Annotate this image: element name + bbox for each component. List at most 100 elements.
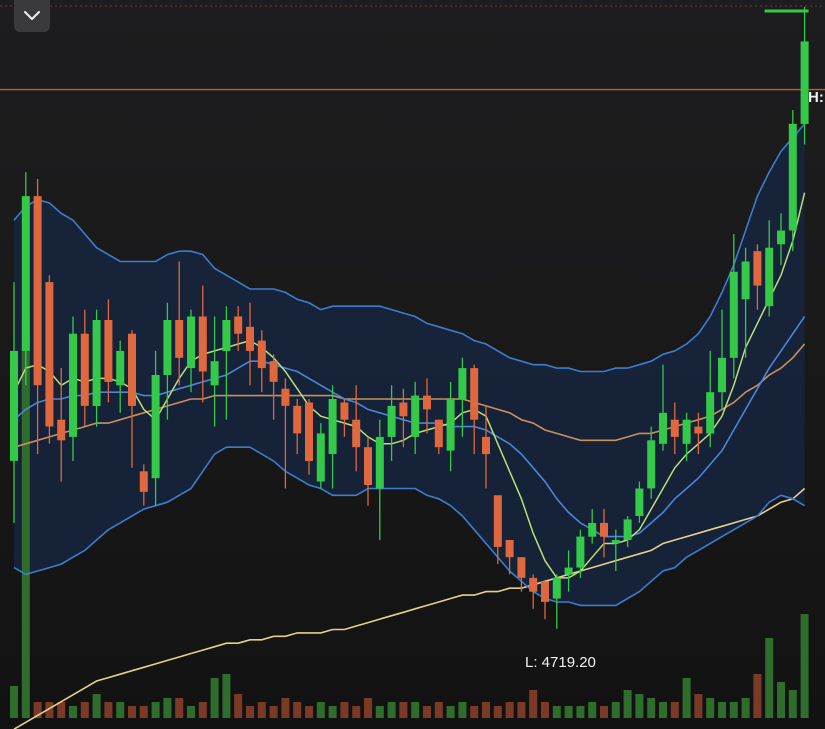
volume-bar <box>281 698 290 718</box>
volume-bar <box>576 706 585 718</box>
candle-body <box>10 350 18 461</box>
candle-body <box>588 522 597 537</box>
volume-bar <box>588 702 597 718</box>
volume-bar <box>647 698 656 718</box>
candle-body <box>139 471 148 492</box>
volume-bar <box>269 706 278 718</box>
volume-bar <box>623 690 632 718</box>
candle-body <box>753 251 762 286</box>
candle-body <box>69 333 77 437</box>
candle-body <box>364 447 372 485</box>
chevron-down-icon <box>23 10 41 21</box>
candle-body <box>57 419 66 441</box>
volume-bar <box>92 694 101 718</box>
volume-bar <box>293 702 302 718</box>
candle-body <box>777 230 785 245</box>
volume-bar <box>718 702 726 718</box>
volume-bar <box>788 690 797 718</box>
candle-body <box>647 440 656 489</box>
candle-body <box>706 392 715 434</box>
candle-body <box>45 282 54 427</box>
candle-body <box>257 340 266 369</box>
volume-bar <box>163 698 172 718</box>
volume-bar <box>198 702 207 718</box>
volume-bar <box>505 702 514 718</box>
candlestick-chart[interactable] <box>0 0 825 729</box>
volume-bar <box>777 682 785 718</box>
candle-body <box>80 333 89 406</box>
candle-body <box>175 320 184 358</box>
volume-bar <box>69 706 77 718</box>
candle-body <box>269 361 278 382</box>
volume-bar <box>340 702 349 718</box>
candle-body <box>552 577 561 599</box>
candle-body <box>470 368 479 420</box>
candle-body <box>788 123 797 231</box>
candle-body <box>458 368 467 400</box>
candle-body <box>104 320 113 382</box>
volume-bar <box>104 702 113 718</box>
candle-body <box>198 316 207 372</box>
volume-bar <box>706 698 715 718</box>
volume-bar <box>387 702 396 718</box>
volume-bar <box>600 706 608 718</box>
volume-bar <box>222 674 231 718</box>
volume-bar <box>434 702 443 718</box>
low-price-label: L: 4719.20 <box>525 654 596 671</box>
candle-body <box>21 196 30 351</box>
candle-body <box>210 361 219 386</box>
candle-body <box>611 540 620 544</box>
candle-body <box>564 567 573 575</box>
volume-bar <box>187 706 195 718</box>
volume-bar <box>246 706 254 718</box>
candle-body <box>434 419 443 448</box>
volume-bar <box>552 706 561 718</box>
candle-body <box>482 436 490 455</box>
volume-bar <box>116 702 125 718</box>
candle-body <box>33 196 42 386</box>
volume-bar <box>694 694 703 718</box>
candle-body <box>682 419 691 444</box>
volume-bar <box>364 698 372 718</box>
candle-body <box>623 519 632 540</box>
candle-body <box>305 402 313 461</box>
volume-bar <box>57 702 66 718</box>
candle-body <box>387 405 396 437</box>
candle-body <box>729 271 738 358</box>
candle-body <box>694 426 703 434</box>
candle-body <box>411 395 420 437</box>
candle-body <box>281 388 290 406</box>
volume-bar <box>375 706 384 718</box>
volume-bar <box>741 698 750 718</box>
volume-bar <box>753 674 762 718</box>
chart-stage: L: 4719.20 H: <box>0 0 825 729</box>
candle-body <box>293 405 302 434</box>
candle-body <box>741 261 750 300</box>
volume-bar <box>446 706 455 718</box>
candle-body <box>670 419 679 437</box>
candle-body <box>635 488 644 516</box>
candle-body <box>765 247 774 307</box>
collapse-button[interactable] <box>14 0 50 32</box>
volume-bar <box>352 706 361 718</box>
candle-body <box>600 522 608 537</box>
volume-bar <box>635 694 644 718</box>
volume-bar <box>482 702 490 718</box>
high-price-label: H: <box>808 89 824 106</box>
candle-body <box>234 316 243 334</box>
volume-bar <box>399 702 408 718</box>
volume-bar <box>529 690 538 718</box>
volume-bar <box>210 678 219 718</box>
candle-body <box>576 536 585 568</box>
volume-bar <box>659 702 667 718</box>
volume-bar <box>175 698 184 718</box>
candle-body <box>800 41 809 124</box>
volume-bar <box>139 706 148 718</box>
candle-body <box>493 495 502 547</box>
volume-bar <box>257 702 266 718</box>
candle-body <box>222 320 231 351</box>
candle-body <box>246 326 254 351</box>
volume-bar <box>611 702 620 718</box>
volume-bar <box>234 694 243 718</box>
candle-body <box>659 412 667 444</box>
